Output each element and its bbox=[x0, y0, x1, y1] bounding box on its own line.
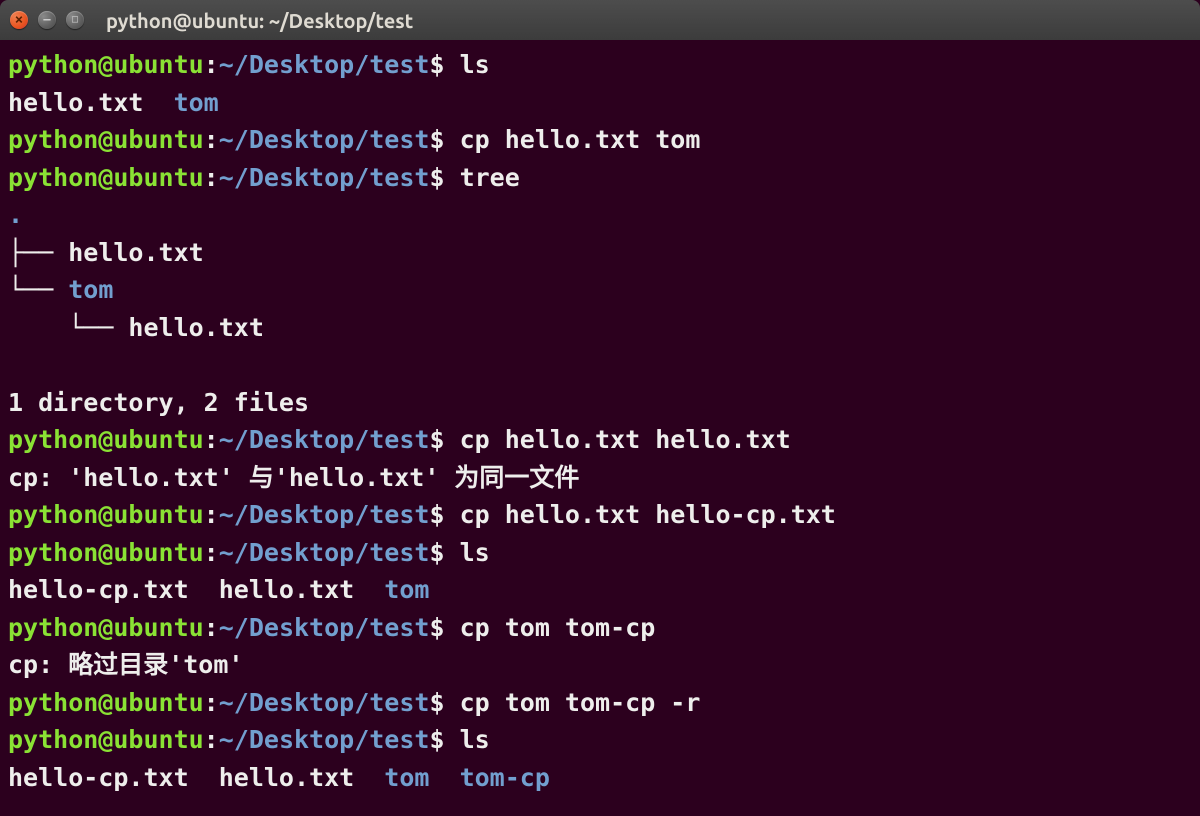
cmd-cp: cp tom tom-cp -r bbox=[460, 688, 701, 717]
err-msg: cp: 略过目录'tom' bbox=[8, 650, 243, 679]
prompt-symbol: $ bbox=[429, 125, 444, 154]
terminal-line: python@ubuntu:~/Desktop/test$ ls bbox=[8, 46, 1192, 84]
prompt-symbol: $ bbox=[429, 538, 444, 567]
err-msg: cp: 'hello.txt' 与'hello.txt' 为同一文件 bbox=[8, 463, 579, 492]
window-title: python@ubuntu: ~/Desktop/test bbox=[106, 9, 413, 32]
cmd-cp: cp hello.txt hello-cp.txt bbox=[460, 500, 836, 529]
terminal-line: cp: 略过目录'tom' bbox=[8, 646, 1192, 684]
tree-root: . bbox=[8, 200, 23, 229]
terminal-line: python@ubuntu:~/Desktop/test$ cp tom tom… bbox=[8, 684, 1192, 722]
cmd-ls: ls bbox=[460, 50, 490, 79]
dir: tom bbox=[174, 88, 219, 117]
prompt-colon: : bbox=[204, 50, 219, 79]
prompt-path: ~/Desktop/test bbox=[219, 500, 430, 529]
terminal-line: 1 directory, 2 files bbox=[8, 384, 1192, 422]
minimize-icon[interactable]: — bbox=[38, 11, 56, 29]
prompt-colon: : bbox=[204, 688, 219, 717]
prompt-user: python@ubuntu bbox=[8, 163, 204, 192]
terminal-line: ├── hello.txt bbox=[8, 234, 1192, 272]
prompt-user: python@ubuntu bbox=[8, 725, 204, 754]
prompt-symbol: $ bbox=[429, 163, 444, 192]
tree-branch-icon: ├── bbox=[8, 238, 68, 267]
prompt-path: ~/Desktop/test bbox=[219, 688, 430, 717]
tree-summary: 1 directory, 2 files bbox=[8, 388, 309, 417]
prompt-user: python@ubuntu bbox=[8, 500, 204, 529]
maximize-icon[interactable]: □ bbox=[66, 11, 84, 29]
terminal-line: python@ubuntu:~/Desktop/test$ cp hello.t… bbox=[8, 421, 1192, 459]
terminal-line: python@ubuntu:~/Desktop/test$ ls bbox=[8, 534, 1192, 572]
prompt-colon: : bbox=[204, 425, 219, 454]
prompt-user: python@ubuntu bbox=[8, 50, 204, 79]
prompt-colon: : bbox=[204, 500, 219, 529]
prompt-symbol: $ bbox=[429, 613, 444, 642]
file: hello.txt bbox=[8, 88, 174, 117]
prompt-path: ~/Desktop/test bbox=[219, 725, 430, 754]
cmd-cp: cp hello.txt hello.txt bbox=[460, 425, 791, 454]
prompt-symbol: $ bbox=[429, 688, 444, 717]
tree-branch-icon: └── bbox=[8, 313, 128, 342]
prompt-symbol: $ bbox=[429, 50, 444, 79]
file: hello-cp.txt hello.txt bbox=[8, 763, 384, 792]
terminal-line: python@ubuntu:~/Desktop/test$ cp hello.t… bbox=[8, 496, 1192, 534]
prompt-path: ~/Desktop/test bbox=[219, 538, 430, 567]
prompt-path: ~/Desktop/test bbox=[219, 613, 430, 642]
prompt-symbol: $ bbox=[429, 425, 444, 454]
terminal-line: python@ubuntu:~/Desktop/test$ cp tom tom… bbox=[8, 609, 1192, 647]
terminal-line: python@ubuntu:~/Desktop/test$ tree bbox=[8, 159, 1192, 197]
tree-file: hello.txt bbox=[128, 313, 263, 342]
terminal-line: hello.txt tom bbox=[8, 84, 1192, 122]
terminal-line: python@ubuntu:~/Desktop/test$ ls bbox=[8, 721, 1192, 759]
cmd-tree: tree bbox=[460, 163, 520, 192]
prompt-colon: : bbox=[204, 538, 219, 567]
cmd-cp: cp hello.txt tom bbox=[460, 125, 701, 154]
prompt-user: python@ubuntu bbox=[8, 613, 204, 642]
prompt-user: python@ubuntu bbox=[8, 125, 204, 154]
prompt-user: python@ubuntu bbox=[8, 425, 204, 454]
prompt-symbol: $ bbox=[429, 725, 444, 754]
terminal-line: └── hello.txt bbox=[8, 309, 1192, 347]
terminal-line: . bbox=[8, 196, 1192, 234]
file: hello-cp.txt hello.txt bbox=[8, 575, 384, 604]
cmd-ls: ls bbox=[460, 725, 490, 754]
terminal-line: hello-cp.txt hello.txt tom tom-cp bbox=[8, 759, 1192, 797]
prompt-colon: : bbox=[204, 613, 219, 642]
prompt-colon: : bbox=[204, 125, 219, 154]
prompt-path: ~/Desktop/test bbox=[219, 163, 430, 192]
dir: tom bbox=[384, 763, 429, 792]
tree-branch-icon: └── bbox=[8, 275, 68, 304]
prompt-path: ~/Desktop/test bbox=[219, 425, 430, 454]
prompt-colon: : bbox=[204, 725, 219, 754]
prompt-user: python@ubuntu bbox=[8, 688, 204, 717]
spacer bbox=[429, 763, 459, 792]
tree-file: hello.txt bbox=[68, 238, 203, 267]
terminal-line: hello-cp.txt hello.txt tom bbox=[8, 571, 1192, 609]
terminal-line bbox=[8, 346, 1192, 384]
cmd-ls: ls bbox=[460, 538, 490, 567]
dir: tom-cp bbox=[460, 763, 550, 792]
prompt-user: python@ubuntu bbox=[8, 538, 204, 567]
cmd-cp: cp tom tom-cp bbox=[460, 613, 656, 642]
prompt-path: ~/Desktop/test bbox=[219, 50, 430, 79]
prompt-path: ~/Desktop/test bbox=[219, 125, 430, 154]
prompt-colon: : bbox=[204, 163, 219, 192]
prompt-symbol: $ bbox=[429, 500, 444, 529]
tree-dir: tom bbox=[68, 275, 113, 304]
terminal-body[interactable]: python@ubuntu:~/Desktop/test$ lshello.tx… bbox=[0, 40, 1200, 816]
close-icon[interactable]: × bbox=[10, 11, 28, 29]
terminal-line: cp: 'hello.txt' 与'hello.txt' 为同一文件 bbox=[8, 459, 1192, 497]
window-titlebar: × — □ python@ubuntu: ~/Desktop/test bbox=[0, 0, 1200, 40]
terminal-line: └── tom bbox=[8, 271, 1192, 309]
dir: tom bbox=[384, 575, 429, 604]
terminal-line: python@ubuntu:~/Desktop/test$ cp hello.t… bbox=[8, 121, 1192, 159]
